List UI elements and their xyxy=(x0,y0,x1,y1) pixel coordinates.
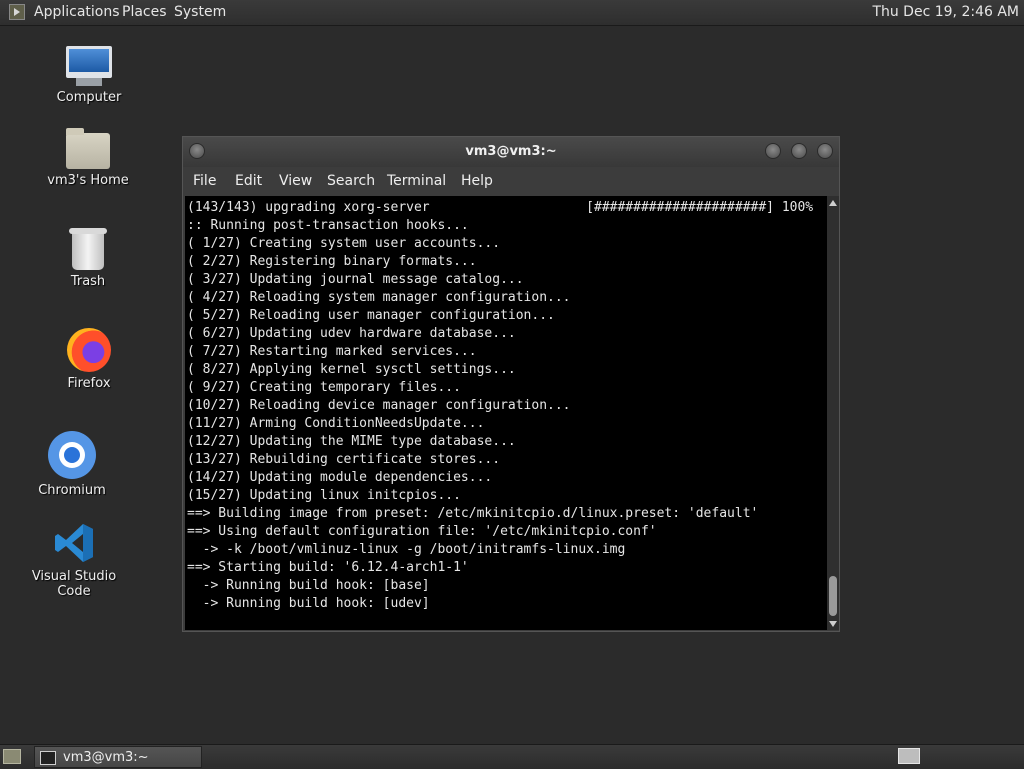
desktop-icon-home[interactable]: vm3's Home xyxy=(28,128,148,188)
terminal-icon xyxy=(40,751,56,765)
terminal-output[interactable]: (143/143) upgrading xorg-server [#######… xyxy=(185,196,827,630)
terminal-line: (10/27) Reloading device manager configu… xyxy=(187,398,571,413)
menu-view[interactable]: View xyxy=(279,173,312,189)
show-desktop-icon[interactable] xyxy=(3,749,21,764)
applications-menu[interactable]: Applications xyxy=(34,4,120,20)
terminal-line: -> Running build hook: [base] xyxy=(187,578,430,593)
terminal-line: ( 5/27) Reloading user manager configura… xyxy=(187,308,555,323)
bottom-panel: vm3@vm3:~ xyxy=(0,744,1024,769)
desktop-icon-computer[interactable]: Computer xyxy=(29,46,149,105)
terminal-line: ( 8/27) Applying kernel sysctl settings.… xyxy=(187,362,516,377)
terminal-line: (13/27) Rebuilding certificate stores... xyxy=(187,452,501,467)
close-icon[interactable] xyxy=(817,143,833,159)
desktop-icon-firefox[interactable]: Firefox xyxy=(29,328,149,391)
menu-file[interactable]: File xyxy=(193,173,216,189)
taskbar-item-terminal[interactable]: vm3@vm3:~ xyxy=(34,746,202,768)
desktop-icon-chromium[interactable]: Chromium xyxy=(12,431,132,498)
desktop-icon-trash[interactable]: Trash xyxy=(28,228,148,289)
terminal-line: (11/27) Arming ConditionNeedsUpdate... xyxy=(187,416,485,431)
workspace-switcher[interactable] xyxy=(898,748,920,764)
home-folder-icon xyxy=(66,128,110,169)
desktop-icon-vscode[interactable]: Visual Studio Code xyxy=(14,521,134,599)
top-panel: Applications Places System Thu Dec 19, 2… xyxy=(0,0,1024,26)
scroll-thumb[interactable] xyxy=(829,576,837,616)
desktop-icon-label: vm3's Home xyxy=(47,173,129,188)
window-title-bar[interactable]: vm3@vm3:~ xyxy=(183,137,839,167)
scroll-down-icon[interactable] xyxy=(829,621,837,627)
terminal-line: ( 1/27) Creating system user accounts... xyxy=(187,236,501,251)
scroll-up-icon[interactable] xyxy=(829,200,837,206)
clock[interactable]: Thu Dec 19, 2:46 AM xyxy=(872,4,1019,20)
chromium-icon xyxy=(48,431,96,479)
menu-terminal[interactable]: Terminal xyxy=(387,173,446,189)
desktop-icon-label: Firefox xyxy=(67,376,111,391)
terminal-line: -> -k /boot/vmlinuz-linux -g /boot/initr… xyxy=(187,542,626,557)
firefox-icon xyxy=(67,328,111,372)
minimize-icon[interactable] xyxy=(765,143,781,159)
terminal-line: ( 3/27) Updating journal message catalog… xyxy=(187,272,524,287)
terminal-line: ==> Starting build: '6.12.4-arch1-1' xyxy=(187,560,469,575)
desktop-icon-label: Chromium xyxy=(38,483,106,498)
trash-icon xyxy=(69,228,107,270)
terminal-line: :: Running post-transaction hooks... xyxy=(187,218,469,233)
terminal-line: ( 2/27) Registering binary formats... xyxy=(187,254,477,269)
terminal-line: -> Running build hook: [udev] xyxy=(187,596,430,611)
terminal-menu-bar: File Edit View Search Terminal Help xyxy=(183,167,839,195)
computer-icon xyxy=(66,46,112,86)
terminal-line: (14/27) Updating module dependencies... xyxy=(187,470,493,485)
menu-search[interactable]: Search xyxy=(327,173,375,189)
terminal-line: ==> Building image from preset: /etc/mki… xyxy=(187,506,759,521)
terminal-line: (15/27) Updating linux initcpios... xyxy=(187,488,461,503)
terminal-window[interactable]: vm3@vm3:~ File Edit View Search Terminal… xyxy=(182,136,840,632)
terminal-line: ( 4/27) Reloading system manager configu… xyxy=(187,290,571,305)
taskbar-item-label: vm3@vm3:~ xyxy=(63,750,149,765)
window-title: vm3@vm3:~ xyxy=(465,144,557,159)
desktop-icon-label: Visual Studio Code xyxy=(31,569,117,599)
terminal-line: ( 7/27) Restarting marked services... xyxy=(187,344,477,359)
terminal-line: ==> Using default configuration file: '/… xyxy=(187,524,657,539)
terminal-line: ( 9/27) Creating temporary files... xyxy=(187,380,461,395)
desktop-icon-label: Computer xyxy=(56,90,122,105)
desktop-icon-label: Trash xyxy=(70,274,106,289)
terminal-line: (12/27) Updating the MIME type database.… xyxy=(187,434,516,449)
terminal-line: ( 6/27) Updating udev hardware database.… xyxy=(187,326,516,341)
menu-edit[interactable]: Edit xyxy=(235,173,262,189)
system-menu[interactable]: System xyxy=(174,4,226,20)
terminal-scrollbar[interactable] xyxy=(827,196,839,630)
places-menu[interactable]: Places xyxy=(122,4,167,20)
terminal-line: (143/143) upgrading xorg-server [#######… xyxy=(187,200,814,215)
terminal-text: (143/143) upgrading xorg-server [#######… xyxy=(185,196,827,613)
menu-help[interactable]: Help xyxy=(461,173,493,189)
maximize-icon[interactable] xyxy=(791,143,807,159)
applications-menu-icon[interactable] xyxy=(9,4,25,20)
vscode-icon xyxy=(52,521,96,565)
